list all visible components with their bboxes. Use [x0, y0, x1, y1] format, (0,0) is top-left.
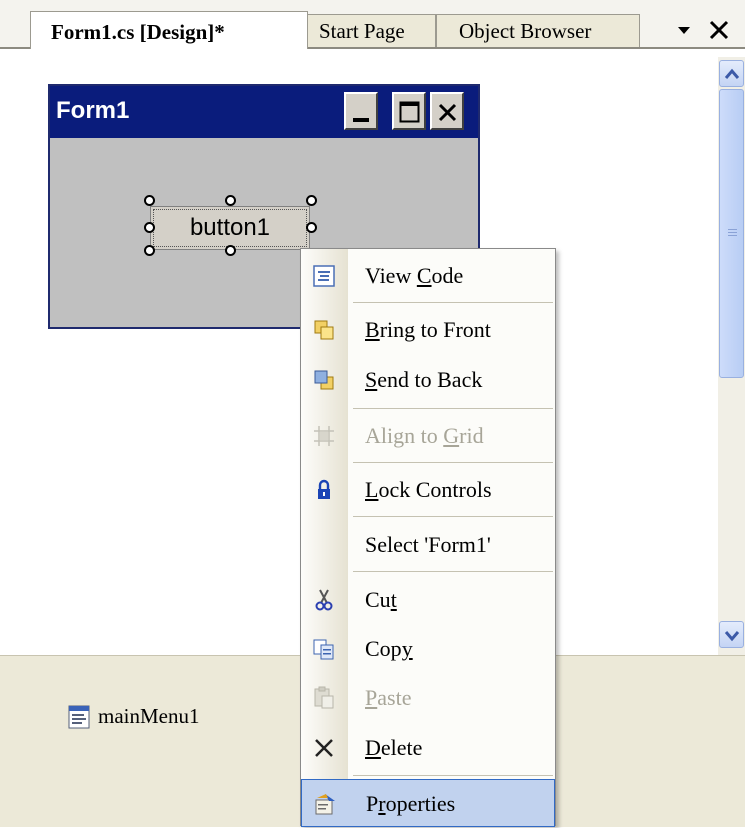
resize-handle[interactable] [144, 195, 155, 206]
menu-item-label: Lock Controls [365, 477, 492, 502]
tab-label: Object Browser [459, 19, 592, 43]
menu-item-label: Send to Back [365, 367, 483, 392]
menu-separator [353, 516, 553, 517]
menu-item-paste[interactable]: Paste [301, 674, 555, 722]
scroll-down-button[interactable] [719, 621, 744, 648]
maximize-icon [399, 101, 420, 123]
copy-icon [313, 639, 334, 660]
chevron-down-icon [724, 631, 740, 642]
close-icon[interactable] [708, 16, 730, 52]
scroll-grip [728, 232, 737, 233]
cut-icon [315, 589, 333, 611]
tab-start-page[interactable]: Start Page [300, 14, 436, 47]
menu-item-label: Copy [365, 636, 413, 661]
delete-icon [315, 739, 333, 757]
menu-item-label: View Code [365, 263, 464, 288]
resize-handle[interactable] [225, 195, 236, 206]
chevron-up-icon [724, 68, 740, 79]
resize-handle[interactable] [306, 195, 317, 206]
resize-handle[interactable] [225, 245, 236, 256]
bring-to-front-icon [314, 320, 334, 340]
menu-item-delete[interactable]: Delete [301, 724, 555, 772]
menu-item-label: Paste [365, 685, 412, 710]
menu-separator [353, 302, 553, 303]
send-to-back-icon [314, 370, 334, 390]
scroll-grip [728, 229, 737, 230]
resize-handle[interactable] [144, 222, 155, 233]
menu-item-label: Align to Grid [365, 423, 484, 448]
form-title: Form1 [56, 97, 130, 124]
scroll-thumb[interactable] [719, 89, 744, 378]
menu-separator [353, 408, 553, 409]
resize-handle[interactable] [306, 222, 317, 233]
menu-item-send-to-back[interactable]: Send to Back [301, 356, 555, 404]
menu-item-label: Properties [366, 791, 456, 816]
tab-label: Form1.cs [Design]* [51, 20, 225, 44]
menu-item-label: Select 'Form1' [365, 532, 491, 557]
align-to-grid-icon [314, 426, 334, 446]
button1-control[interactable]: button1 [150, 206, 310, 250]
menu-item-align-to-grid[interactable]: Align to Grid [301, 412, 555, 460]
vertical-scrollbar[interactable] [718, 57, 745, 655]
menu-separator [353, 462, 553, 463]
scroll-grip [728, 235, 737, 236]
tab-object-browser[interactable]: Object Browser [436, 14, 640, 47]
tab-form1-design[interactable]: Form1.cs [Design]* [30, 11, 308, 49]
menu-item-properties[interactable]: Properties [301, 779, 555, 827]
paste-icon [314, 686, 334, 709]
menu-item-label: Delete [365, 735, 423, 760]
menu-separator [353, 775, 553, 776]
tab-label: Start Page [319, 19, 405, 43]
document-tab-strip: Form1.cs [Design]* Start Page Object Bro… [0, 0, 745, 49]
context-menu: View Code Bring to Front Send to Back Al… [300, 248, 556, 827]
menu-item-label: Bring to Front [365, 317, 491, 342]
properties-icon [315, 794, 335, 815]
resize-handle[interactable] [144, 245, 155, 256]
menu-item-select-form1[interactable]: Select 'Form1' [301, 521, 555, 569]
tray-item-label: mainMenu1 [98, 704, 200, 728]
close-icon [438, 103, 457, 122]
menu-separator [353, 571, 553, 572]
minimize-button[interactable] [344, 92, 378, 130]
scroll-up-button[interactable] [719, 60, 744, 87]
menu-item-view-code[interactable]: View Code [301, 252, 555, 300]
lock-icon [318, 479, 330, 499]
view-code-icon [313, 265, 335, 287]
menu-item-label: Cut [365, 587, 397, 612]
menu-item-bring-to-front[interactable]: Bring to Front [301, 306, 555, 354]
chevron-down-icon[interactable] [676, 16, 692, 52]
maximize-button[interactable] [392, 92, 426, 130]
close-button[interactable] [430, 92, 464, 130]
menu-item-lock-controls[interactable]: Lock Controls [301, 466, 555, 514]
form-title-bar[interactable]: Form1 [50, 86, 478, 138]
menu-item-cut[interactable]: Cut [301, 576, 555, 624]
menu-item-copy[interactable]: Copy [301, 625, 555, 673]
main-menu-icon [68, 705, 90, 729]
minimize-icon [353, 118, 369, 122]
